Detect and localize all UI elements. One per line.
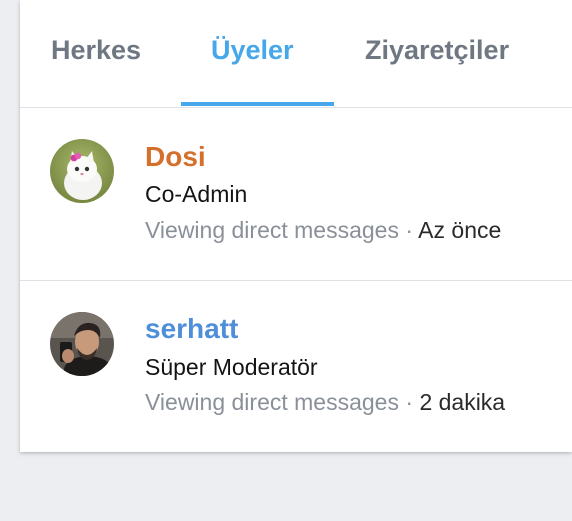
member-role: Co-Admin bbox=[145, 181, 248, 207]
activity-time: 2 dakika bbox=[419, 389, 506, 415]
active-tab-indicator bbox=[181, 102, 334, 106]
member-name[interactable]: Dosi bbox=[145, 141, 206, 173]
activity-time: Az önce bbox=[418, 217, 502, 243]
man-selfie-avatar[interactable] bbox=[50, 312, 114, 376]
tab-bar: Herkes Üyeler Ziyaretçiler bbox=[20, 0, 572, 108]
member-role: Süper Moderatör bbox=[145, 354, 318, 380]
member-name[interactable]: serhatt bbox=[145, 313, 238, 345]
tab-everyone[interactable]: Herkes bbox=[51, 35, 141, 66]
row-divider bbox=[20, 280, 572, 281]
white-kitten-avatar[interactable] bbox=[50, 139, 114, 203]
activity-separator: · bbox=[405, 217, 414, 243]
tab-visitors[interactable]: Ziyaretçiler bbox=[365, 35, 509, 66]
activity-text: Viewing direct messages bbox=[145, 217, 399, 243]
activity-text: Viewing direct messages bbox=[145, 389, 399, 415]
member-activity: Viewing direct messages · 2 dakika bbox=[145, 389, 505, 416]
member-activity: Viewing direct messages · Az önce bbox=[145, 217, 501, 244]
tab-members[interactable]: Üyeler bbox=[211, 35, 294, 66]
members-panel: Herkes Üyeler Ziyaretçiler Dosi Co-Admin… bbox=[20, 0, 572, 452]
activity-separator: · bbox=[405, 389, 414, 415]
